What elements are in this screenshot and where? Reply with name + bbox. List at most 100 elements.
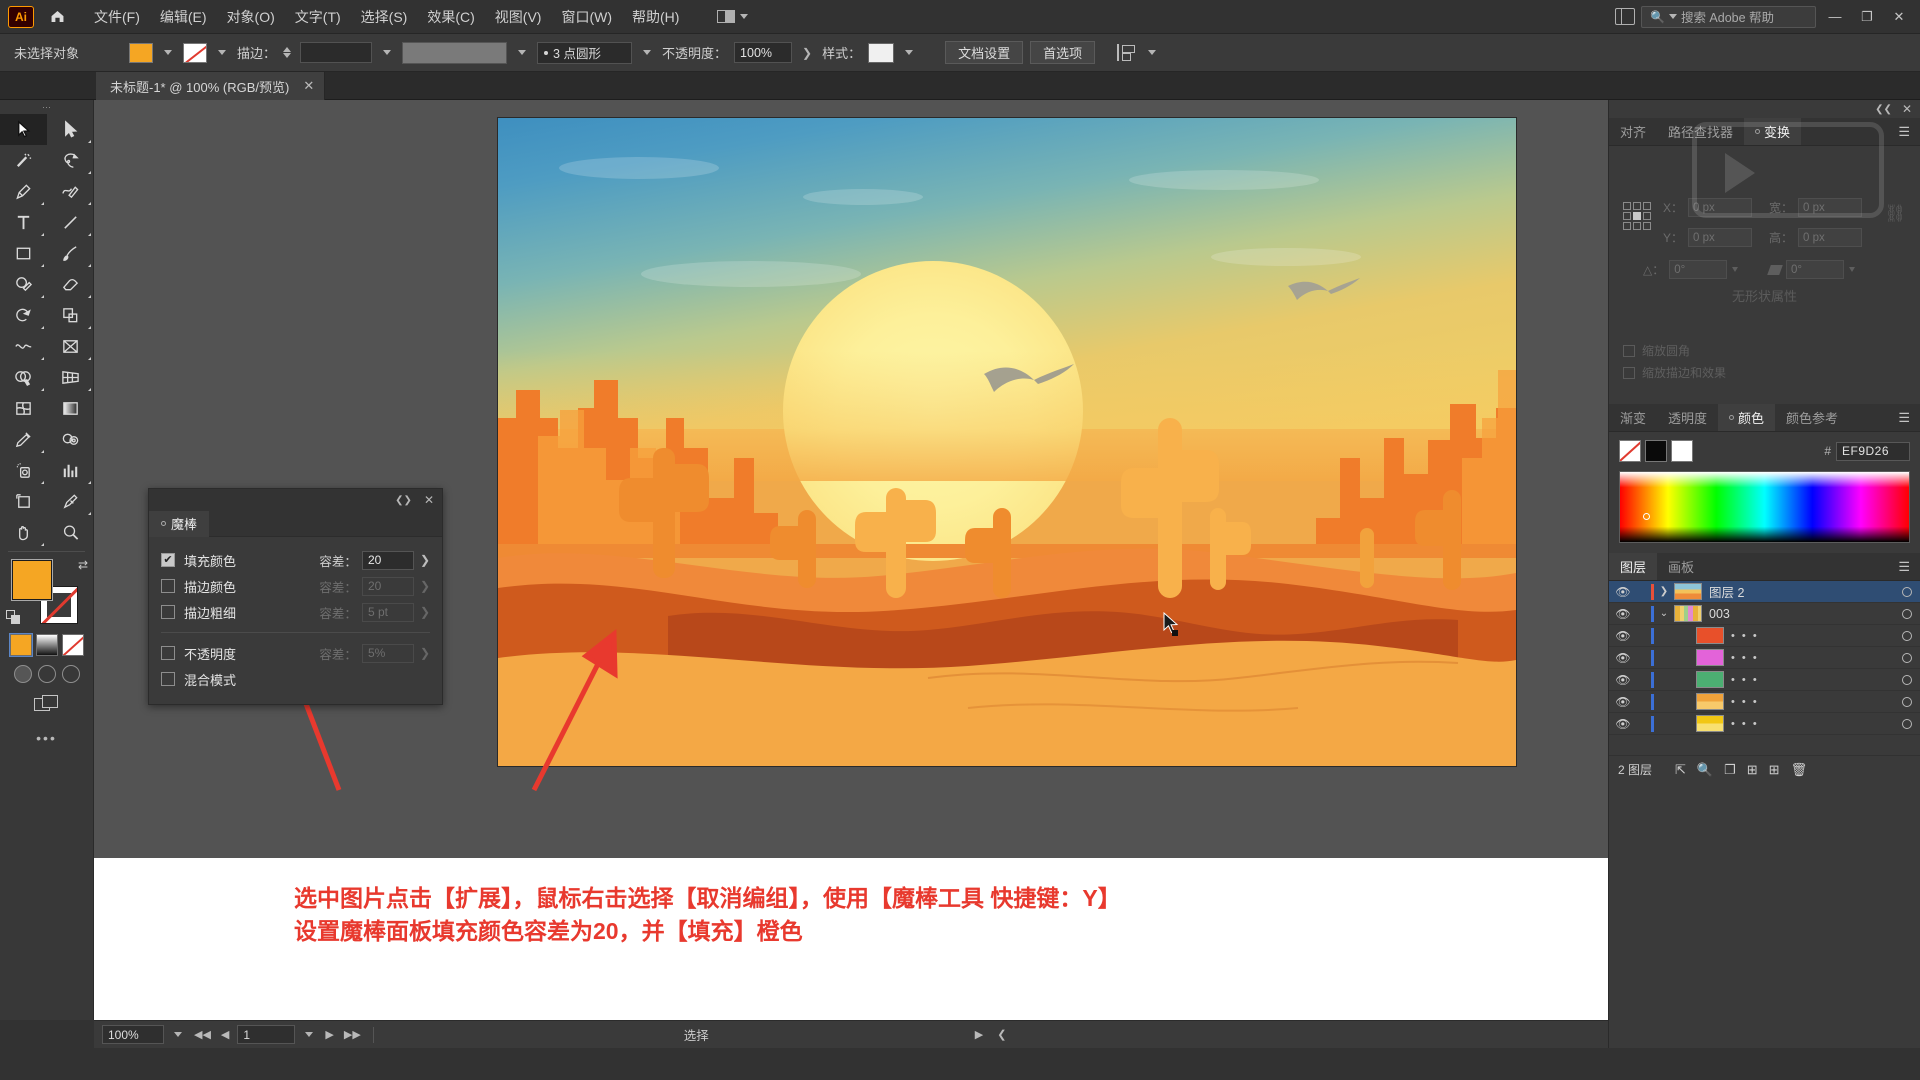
chevron-down-icon[interactable] xyxy=(174,1032,182,1037)
chevron-down-icon[interactable] xyxy=(1849,267,1855,272)
fill-tolerance-expand-icon[interactable]: ❯ xyxy=(420,553,430,567)
menu-view[interactable]: 视图(V) xyxy=(485,3,552,31)
shape-builder-tool[interactable] xyxy=(0,362,47,393)
target-indicator[interactable] xyxy=(1894,718,1920,729)
last-artboard-button[interactable]: ▶▶ xyxy=(342,1028,363,1041)
color-panel-menu-icon[interactable]: ☰ xyxy=(1888,404,1920,431)
scale-strokes-checkbox[interactable] xyxy=(1623,366,1635,379)
collapse-panels-icon[interactable]: ❮❮ xyxy=(1875,104,1892,115)
minimize-button[interactable]: — xyxy=(1822,6,1848,28)
line-segment-tool[interactable] xyxy=(47,207,94,238)
eye-icon[interactable]: 👁 xyxy=(1609,651,1637,665)
make-clipping-mask-icon[interactable]: ❐ xyxy=(1724,762,1736,778)
rectangle-tool[interactable] xyxy=(0,238,47,269)
workspace-switcher[interactable] xyxy=(711,8,754,25)
chevron-down-icon[interactable] xyxy=(383,50,392,55)
fill-color-swatch[interactable] xyxy=(11,559,53,601)
draw-normal-button[interactable] xyxy=(13,665,32,683)
hex-input[interactable]: EF9D26 xyxy=(1836,441,1910,461)
tab-magic-wand[interactable]: 魔棒 xyxy=(149,510,210,537)
draw-inside-button[interactable] xyxy=(61,665,80,683)
stroke-swatch[interactable] xyxy=(183,42,208,63)
preferences-button[interactable]: 首选项 xyxy=(1030,41,1096,64)
scale-corners-option[interactable]: 缩放圆角 xyxy=(1623,342,1690,359)
align-icon[interactable] xyxy=(1117,44,1137,61)
close-icon[interactable]: ✕ xyxy=(303,78,314,94)
shaper-tool[interactable] xyxy=(0,269,47,300)
home-icon[interactable] xyxy=(42,4,72,30)
direct-selection-tool[interactable] xyxy=(47,114,94,145)
layers-panel-menu-icon[interactable]: ☰ xyxy=(1888,553,1920,580)
tab-gradient[interactable]: 渐变 xyxy=(1609,404,1657,431)
fill-tolerance-input[interactable]: 20 xyxy=(361,550,414,570)
screen-mode-button[interactable] xyxy=(0,695,93,714)
gradient-mode-button[interactable] xyxy=(35,634,58,656)
transform-angle-input[interactable]: 0° xyxy=(1669,260,1728,279)
transform-panel-menu-icon[interactable]: ☰ xyxy=(1888,118,1920,145)
lasso-tool[interactable] xyxy=(47,145,94,176)
chevron-down-icon[interactable] xyxy=(218,50,227,55)
none-mode-button[interactable] xyxy=(61,634,84,656)
slice-tool[interactable] xyxy=(47,486,94,517)
chevron-down-icon[interactable] xyxy=(1732,267,1739,272)
magic-wand-tool[interactable] xyxy=(0,145,47,176)
perspective-grid-tool[interactable] xyxy=(47,362,94,393)
close-button[interactable]: ✕ xyxy=(1886,6,1912,28)
search-input[interactable]: 🔍 搜索 Adobe 帮助 xyxy=(1641,5,1816,28)
menu-edit[interactable]: 编辑(E) xyxy=(150,3,217,31)
curvature-tool[interactable] xyxy=(47,176,94,207)
document-tab[interactable]: 未标题-1* @ 100% (RGB/预览) ✕ xyxy=(96,72,326,100)
free-transform-tool[interactable] xyxy=(47,331,94,362)
color-spectrum[interactable] xyxy=(1619,471,1910,543)
constrain-proportions-icon[interactable]: ⛓ xyxy=(1884,204,1906,224)
tab-align[interactable]: 对齐 xyxy=(1609,118,1657,145)
table-row[interactable]: 👁 • • • xyxy=(1609,669,1920,691)
mesh-tool[interactable] xyxy=(0,393,47,424)
gradient-tool[interactable] xyxy=(47,393,94,424)
chevron-down-icon[interactable] xyxy=(164,50,173,55)
new-layer-icon[interactable]: ⊞ xyxy=(1769,762,1780,778)
magic-wand-panel-titlebar[interactable]: ❮❯ ✕ xyxy=(149,489,442,511)
paintbrush-tool[interactable] xyxy=(47,238,94,269)
hand-tool[interactable] xyxy=(0,517,47,548)
table-row[interactable]: 👁 • • • xyxy=(1609,713,1920,735)
type-tool[interactable] xyxy=(0,207,47,238)
scale-corners-checkbox[interactable] xyxy=(1623,344,1635,357)
black-swatch[interactable] xyxy=(1645,440,1667,462)
eyedropper-tool[interactable] xyxy=(0,424,47,455)
eraser-tool[interactable] xyxy=(47,269,94,300)
color-mode-button[interactable] xyxy=(8,633,33,657)
chevron-down-icon[interactable] xyxy=(1148,50,1157,55)
pen-tool[interactable] xyxy=(0,176,47,207)
menu-object[interactable]: 对象(O) xyxy=(217,3,285,31)
chevron-down-icon[interactable] xyxy=(905,50,914,55)
brush-profile-select[interactable]: 3 点圆形 xyxy=(537,41,633,64)
tab-layers[interactable]: 图层 xyxy=(1609,553,1658,580)
tab-artboards[interactable]: 画板 xyxy=(1657,553,1705,580)
chevron-right-icon[interactable]: ❯ xyxy=(1654,586,1674,597)
fill-swatch[interactable] xyxy=(129,42,154,63)
artboard-number-input[interactable]: 1 xyxy=(237,1025,296,1044)
transform-shear-input[interactable]: 0° xyxy=(1786,260,1844,279)
menu-window[interactable]: 窗口(W) xyxy=(551,3,622,31)
reference-point-selector[interactable] xyxy=(1623,202,1651,230)
default-fill-stroke-icon[interactable] xyxy=(6,610,22,626)
toolbar-drag-handle[interactable]: ⋯ xyxy=(0,100,93,114)
edit-toolbar-button[interactable]: ••• xyxy=(0,730,93,746)
target-indicator[interactable] xyxy=(1894,652,1920,663)
close-icon[interactable]: ✕ xyxy=(424,493,434,507)
menu-help[interactable]: 帮助(H) xyxy=(622,3,689,31)
draw-behind-button[interactable] xyxy=(37,665,56,683)
collapse-icon[interactable]: ❮❯ xyxy=(395,495,412,506)
table-row[interactable]: 👁 • • • xyxy=(1609,691,1920,713)
graphic-style-swatch[interactable] xyxy=(868,42,895,63)
zoom-level-input[interactable]: 100% xyxy=(102,1025,164,1044)
menu-select[interactable]: 选择(S) xyxy=(351,3,418,31)
table-row[interactable]: 👁 • • • xyxy=(1609,625,1920,647)
fill-color-checkbox[interactable]: ✔ xyxy=(161,553,175,567)
eye-icon[interactable]: 👁 xyxy=(1609,717,1637,731)
tab-color[interactable]: 颜色 xyxy=(1718,404,1776,431)
eye-icon[interactable]: 👁 xyxy=(1609,607,1637,621)
close-icon[interactable]: ✕ xyxy=(1902,102,1912,116)
table-row[interactable]: 👁 • • • xyxy=(1609,647,1920,669)
